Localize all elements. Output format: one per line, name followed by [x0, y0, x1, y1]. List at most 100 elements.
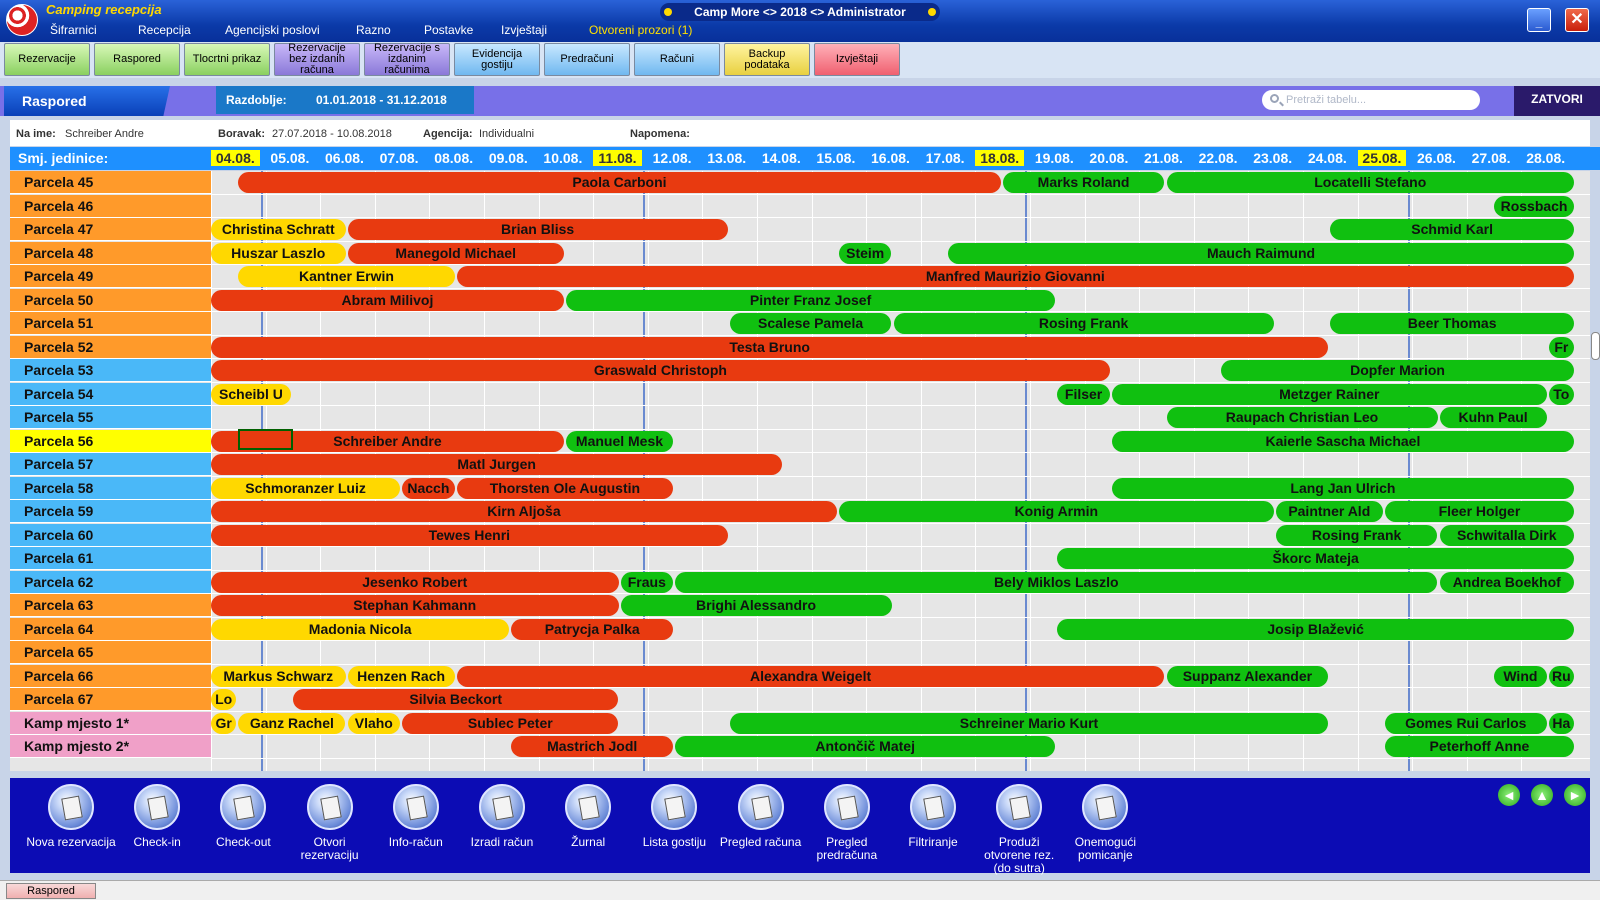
reservation-bar[interactable]: Patrycja Palka: [511, 618, 674, 640]
action-check-out-button[interactable]: Check-out: [198, 784, 288, 849]
reservation-bar[interactable]: Markus Schwarz: [211, 665, 346, 687]
menu-item-1[interactable]: Recepcija: [138, 23, 191, 37]
reservation-bar[interactable]: Konig Armin: [838, 501, 1274, 522]
reservation-bar[interactable]: Madonia Nicola: [211, 618, 510, 640]
reservation-bar[interactable]: Fr: [1548, 336, 1574, 358]
reservation-bar[interactable]: Brian Bliss: [347, 219, 728, 240]
toolbar-button-2[interactable]: Tlocrtni prikaz: [184, 43, 270, 76]
reservation-bar[interactable]: Kuhn Paul: [1439, 407, 1547, 428]
action-extend-reservations-button[interactable]: Produži otvorene rez. (do sutra): [974, 784, 1064, 875]
reservation-bar[interactable]: Mauch Raimund: [948, 242, 1574, 264]
arrow-right-icon[interactable]: ►: [1564, 784, 1586, 806]
reservation-bar[interactable]: Fraus: [620, 571, 674, 593]
reservation-bar[interactable]: Schmid Karl: [1330, 219, 1574, 240]
menu-item-6[interactable]: Otvoreni prozori (1): [589, 23, 692, 37]
close-window-button[interactable]: ✕: [1565, 8, 1589, 32]
reservation-bar[interactable]: Jesenko Robert: [211, 571, 619, 593]
toolbar-button-3[interactable]: Rezervacije bez izdanih računa: [274, 43, 360, 76]
reservation-bar[interactable]: Abram Milivoj: [211, 289, 564, 311]
reservation-bar[interactable]: Lo: [211, 689, 237, 710]
unit-row-label[interactable]: Parcela 53: [10, 359, 211, 382]
reservation-bar[interactable]: Raupach Christian Leo: [1166, 407, 1438, 428]
reservation-bar[interactable]: Ru: [1548, 665, 1574, 687]
reservation-bar[interactable]: Ganz Rachel: [238, 712, 346, 734]
reservation-bar[interactable]: Beer Thomas: [1330, 313, 1574, 334]
unit-row-label[interactable]: Parcela 64: [10, 617, 211, 641]
reservation-bar[interactable]: Manuel Mesk: [565, 430, 674, 452]
unit-row-label[interactable]: Parcela 49: [10, 265, 211, 288]
action-filter-button[interactable]: Filtriranje: [888, 784, 978, 849]
reservation-bar[interactable]: Manegold Michael: [347, 242, 564, 264]
unit-row-label[interactable]: Parcela 62: [10, 570, 211, 594]
reservation-bar[interactable]: Graswald Christoph: [211, 360, 1110, 381]
action-proforma-review-button[interactable]: Pregled predračuna: [802, 784, 892, 862]
unit-row-label[interactable]: Parcela 65: [10, 641, 211, 664]
unit-row-label[interactable]: Parcela 59: [10, 500, 211, 523]
unit-row-label[interactable]: Parcela 61: [10, 547, 211, 570]
reservation-bar[interactable]: Josip Blažević: [1057, 618, 1574, 640]
reservation-bar[interactable]: Gomes Rui Carlos: [1384, 712, 1547, 734]
schedule-grid[interactable]: Parcela 45 Paola Carboni Marks Roland Locat…: [10, 171, 1590, 771]
reservation-bar[interactable]: Marks Roland: [1002, 172, 1165, 193]
unit-row-label[interactable]: Parcela 46: [10, 194, 211, 218]
action-invoice-review-button[interactable]: Pregled računa: [716, 784, 806, 849]
reservation-bar[interactable]: Bely Miklos Laszlo: [675, 571, 1438, 593]
reservation-bar[interactable]: Wind: [1494, 665, 1547, 687]
unit-row-label[interactable]: Parcela 56: [10, 429, 211, 453]
reservation-bar[interactable]: Metzger Rainer: [1111, 383, 1547, 405]
selected-cell[interactable]: [238, 429, 293, 450]
reservation-bar[interactable]: Lang Jan Ulrich: [1111, 477, 1574, 499]
reservation-bar[interactable]: To: [1548, 383, 1574, 405]
reservation-bar[interactable]: Fleer Holger: [1384, 501, 1574, 522]
action-new-reservation-button[interactable]: Nova rezervacija: [26, 784, 116, 849]
toolbar-button-8[interactable]: Backup podataka: [724, 43, 810, 76]
reservation-bar[interactable]: Silvia Beckort: [292, 689, 619, 710]
reservation-bar[interactable]: Huszar Laszlo: [211, 242, 346, 264]
reservation-bar[interactable]: Schmoranzer Luiz: [211, 477, 401, 499]
reservation-bar[interactable]: Paintner Ald: [1275, 501, 1383, 522]
reservation-bar[interactable]: Locatelli Stefano: [1166, 172, 1574, 193]
unit-row-label[interactable]: Parcela 63: [10, 594, 211, 617]
arrow-left-icon[interactable]: ◄: [1498, 784, 1520, 806]
reservation-bar[interactable]: Thorsten Ole Augustin: [456, 477, 674, 499]
unit-row-label[interactable]: Parcela 58: [10, 476, 211, 500]
unit-row-label[interactable]: Kamp mjesto 2*: [10, 735, 211, 758]
reservation-bar[interactable]: Steim: [838, 242, 892, 264]
toolbar-button-6[interactable]: Predračuni: [544, 43, 630, 76]
reservation-bar[interactable]: Suppanz Alexander: [1166, 665, 1329, 687]
toolbar-button-4[interactable]: Rezervacije s izdanim računima: [364, 43, 450, 76]
status-tab-raspored[interactable]: Raspored: [6, 883, 96, 899]
menu-item-0[interactable]: Šifrarnici: [50, 23, 97, 37]
reservation-bar[interactable]: Brighi Alessandro: [620, 595, 892, 616]
toolbar-button-9[interactable]: Izvještaji: [814, 43, 900, 76]
unit-row-label[interactable]: Parcela 50: [10, 288, 211, 312]
toolbar-button-0[interactable]: Rezervacije: [4, 43, 90, 76]
reservation-bar[interactable]: Alexandra Weigelt: [456, 665, 1165, 687]
reservation-bar[interactable]: Scheibl U: [211, 383, 291, 405]
unit-row-label[interactable]: Kamp mjesto 1*: [10, 711, 211, 735]
close-view-button[interactable]: ZATVORI: [1514, 86, 1600, 116]
vertical-scrollbar[interactable]: [1591, 332, 1600, 360]
menu-item-2[interactable]: Agencijski poslovi: [225, 23, 320, 37]
reservation-bar[interactable]: Rossbach: [1494, 195, 1574, 217]
unit-row-label[interactable]: Parcela 47: [10, 218, 211, 241]
reservation-bar[interactable]: Ha: [1548, 712, 1574, 734]
unit-row-label[interactable]: Parcela 57: [10, 453, 211, 476]
reservation-bar[interactable]: Testa Bruno: [211, 336, 1329, 358]
unit-row-label[interactable]: Parcela 52: [10, 335, 211, 359]
arrow-up-icon[interactable]: ▲: [1531, 784, 1553, 806]
action-info-invoice-button[interactable]: Info-račun: [371, 784, 461, 849]
reservation-bar[interactable]: Peterhoff Anne: [1384, 736, 1574, 757]
reservation-bar[interactable]: Christina Schratt: [211, 219, 346, 240]
reservation-bar[interactable]: Stephan Kahmann: [211, 595, 619, 616]
reservation-bar[interactable]: Kirn Aljoša: [211, 501, 837, 522]
unit-row-label[interactable]: Parcela 66: [10, 664, 211, 688]
unit-row-label[interactable]: Parcela 60: [10, 523, 211, 547]
search-input[interactable]: Pretraži tabelu...: [1262, 90, 1480, 110]
reservation-bar[interactable]: Dopfer Marion: [1221, 360, 1574, 381]
toolbar-button-5[interactable]: Evidencija gostiju: [454, 43, 540, 76]
reservation-bar[interactable]: Pinter Franz Josef: [565, 289, 1056, 311]
reservation-bar[interactable]: Andrea Boekhof: [1439, 571, 1574, 593]
reservation-bar[interactable]: Antončič Matej: [675, 736, 1056, 757]
reservation-bar[interactable]: Manfred Maurizio Giovanni: [456, 266, 1574, 287]
